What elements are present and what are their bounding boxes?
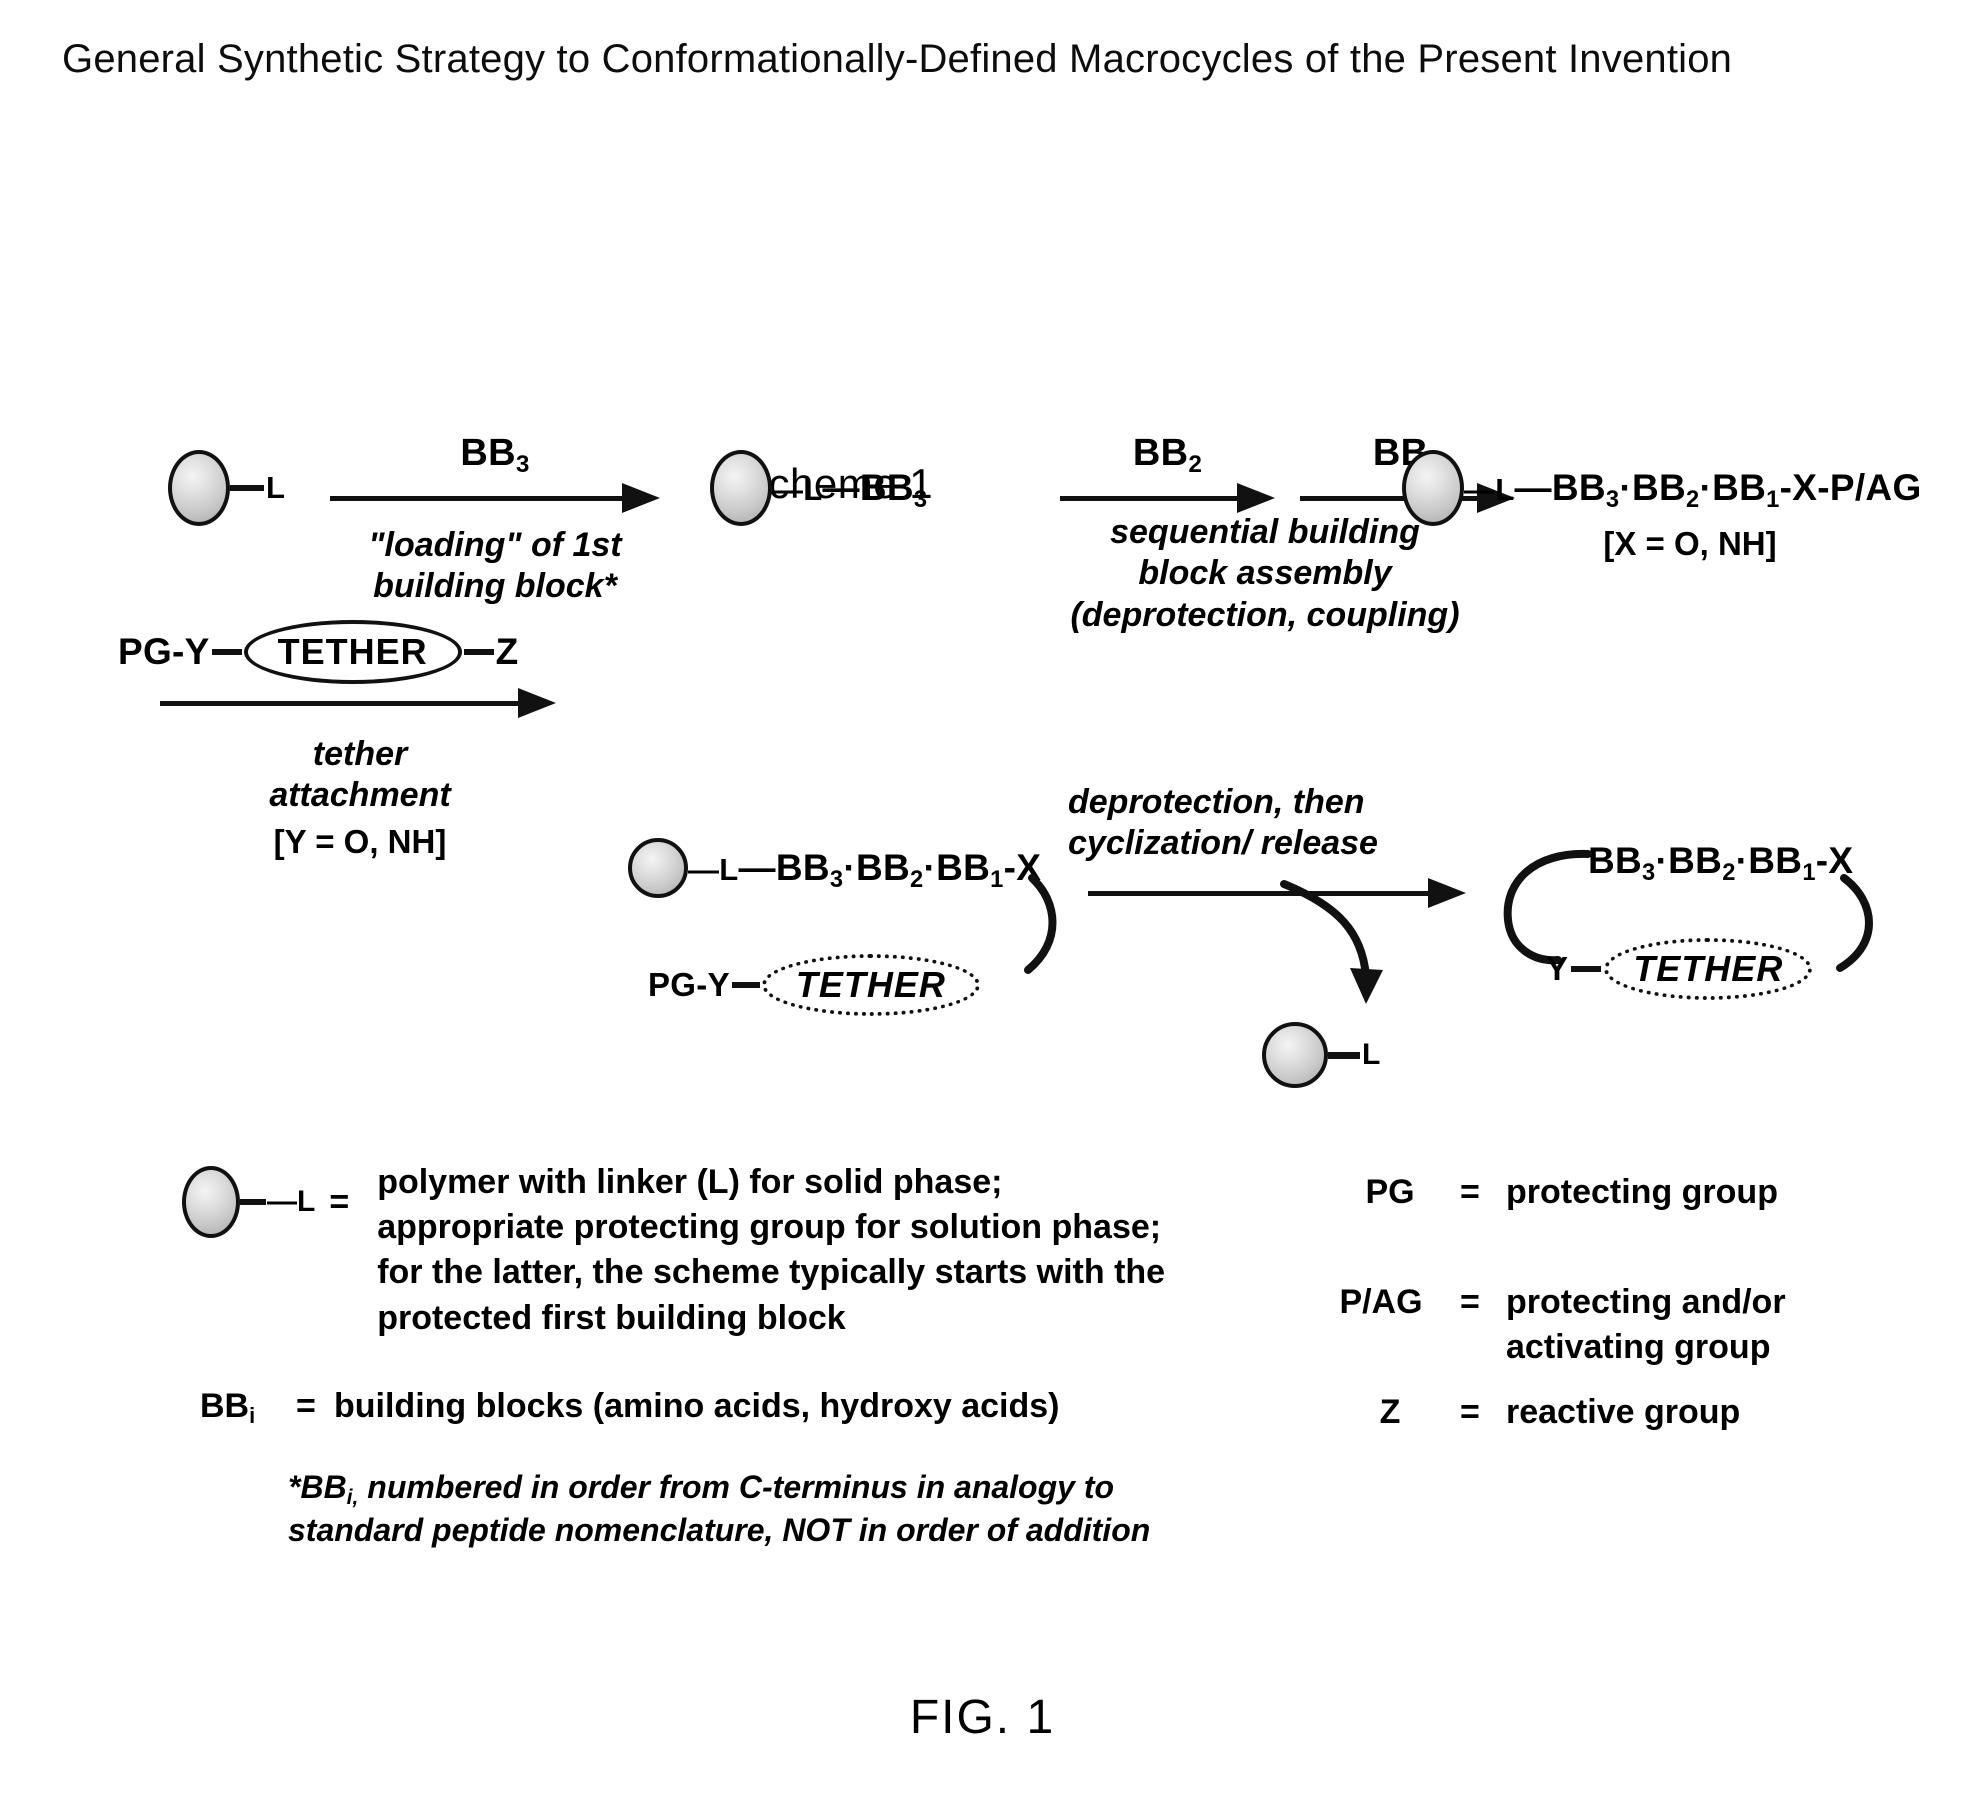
legend-equals: = <box>1460 1173 1480 1211</box>
legend-item-pg: PG = protecting group <box>1320 1170 1778 1215</box>
row2-product-right-curve <box>1836 874 1873 972</box>
row2-intermediate-chain: —L—BB3·BB2·BB1-X <box>688 847 1042 893</box>
row1-intermediate: —L—BB3 <box>710 450 927 526</box>
row2-cyclize-condition-line2: cyclization/ release <box>1068 824 1378 863</box>
arrow-head-icon <box>622 483 660 513</box>
row1-intermediate-label: —L—BB3 <box>772 467 928 513</box>
row2-intermediate: —L—BB3·BB2·BB1-X <box>628 838 1041 898</box>
legend-equals: = <box>1460 1283 1480 1321</box>
row2-arrow-cyclize-conditions: deprotection, then cyclization/ release <box>1068 782 1488 865</box>
legend-bb-definition: building blocks (amino acids, hydroxy ac… <box>334 1387 1060 1425</box>
resin-sphere-icon <box>168 450 230 526</box>
tether-ellipse-label: TETHER <box>795 964 946 1005</box>
page-title: General Synthetic Strategy to Conformati… <box>62 37 1733 81</box>
row2-product-tether-left-label: Y <box>1546 950 1569 987</box>
resin-sphere-icon <box>1262 1022 1328 1088</box>
legend-equals: = <box>329 1182 350 1221</box>
legend-resin-symbol: —L <box>267 1185 316 1218</box>
legend-pag-symbol: P/AG <box>1339 1283 1423 1321</box>
legend-item-bb: BBi = building blocks (amino acids, hydr… <box>200 1384 1060 1429</box>
resin-sphere-icon <box>710 450 772 526</box>
legend-resin-definition: polymer with linker (L) for solid phase;… <box>377 1163 1166 1337</box>
row2-intermediate-bond-curve <box>1024 874 1057 974</box>
row2-release-branch-arrow <box>1280 880 1383 1004</box>
row1-arrow2-reagent-sub: 2 <box>1188 450 1203 478</box>
legend-item-resin: —L = polymer with linker (L) for solid p… <box>182 1160 1257 1341</box>
row1-arrow1-conditions: "loading" of 1st building block* <box>330 525 660 608</box>
row2-cyclize-condition-line1: deprotection, then <box>1068 783 1365 821</box>
bond-line <box>1328 1051 1360 1059</box>
legend-footnote-pre: *BB <box>288 1469 347 1505</box>
row1-arrow2-reagent: BB2 <box>1060 432 1275 478</box>
tether-ellipse: TETHER <box>1604 938 1813 1000</box>
legend-bb-symbol-main: BB <box>200 1387 250 1425</box>
bond-line <box>731 982 760 988</box>
row2-arrow-tether: tether attachment [Y = O, NH] <box>160 688 560 861</box>
legend-pg-definition: protecting group <box>1506 1173 1778 1211</box>
legend-footnote: *BBi, numbered in order from C-terminus … <box>288 1466 1288 1552</box>
row2-product-chain: BB3·BB2·BB1-X <box>1588 840 1854 886</box>
row1-product: —L—BB3·BB2·BB1-X-P/AG <box>1402 450 1922 526</box>
row1-arrow2-condition-line2: block assembly <box>1138 554 1392 593</box>
tether-reagent-right-label: Z <box>495 631 519 672</box>
row2-tether-reagent: PG-Y TETHER Z <box>118 620 519 684</box>
legend-equals: = <box>1460 1393 1480 1431</box>
bond-line <box>463 649 494 655</box>
arrow-shaft <box>330 495 622 501</box>
row2-product-tether: Y TETHER <box>1546 938 1813 1000</box>
row2-tether-condition-line3: [Y = O, NH] <box>273 822 447 860</box>
legend-item-pag: P/AG = protecting and/or activating grou… <box>1302 1280 1786 1370</box>
row1-arrow2-condition-line3: (deprotection, coupling) <box>1070 595 1460 634</box>
row2-tether-condition-line1: tether <box>312 735 408 773</box>
row1-arrow-2: BB2 <box>1060 432 1275 513</box>
tether-ellipse-label: TETHER <box>1633 948 1784 989</box>
row1-product-note: [X = O, NH] <box>1603 525 1777 562</box>
row1-arrow1-reagent: BB3 <box>330 432 660 478</box>
row2-intermediate-tether-left-label: PG-Y <box>648 966 730 1003</box>
tether-ellipse: TETHER <box>243 620 462 684</box>
row1-arrow1-reagent-main: BB <box>460 432 516 474</box>
resin-sphere-icon <box>1402 450 1464 526</box>
bond-line <box>211 649 242 655</box>
bond-line <box>240 1199 266 1205</box>
legend-bb-symbol-sub: i <box>249 1403 256 1429</box>
row2-intermediate-tether: PG-Y TETHER <box>648 954 980 1016</box>
legend-pg-symbol: PG <box>1365 1173 1415 1211</box>
row2-byproduct-linker: L <box>1362 1038 1381 1071</box>
tether-reagent-left-label: PG-Y <box>118 631 210 672</box>
figure-caption: FIG. 1 <box>909 1691 1056 1744</box>
legend-footnote-body: numbered in order from C-terminus in ana… <box>288 1469 1151 1549</box>
arrow-shaft <box>1060 495 1237 501</box>
legend-pag-definition: protecting and/or activating group <box>1506 1283 1786 1367</box>
row1-reactant: L <box>168 450 285 526</box>
row1-arrow1-reagent-sub: 3 <box>515 450 530 478</box>
row2-byproduct: L <box>1262 1022 1381 1088</box>
tether-ellipse-label: TETHER <box>277 631 428 672</box>
arrow-head-icon <box>1237 483 1275 513</box>
tether-ellipse: TETHER <box>761 954 980 1016</box>
row2-tether-condition-line2: attachment <box>269 776 451 815</box>
resin-sphere-icon <box>182 1166 240 1238</box>
row1-assembly-conditions: sequential building block assembly (depr… <box>1000 512 1530 636</box>
legend-z-symbol: Z <box>1379 1393 1401 1431</box>
arrow-head-icon <box>518 688 556 718</box>
bond-line <box>1571 966 1602 972</box>
row1-reactant-linker: L <box>266 470 286 505</box>
row2-arrow-tether-conditions: tether attachment <box>160 734 560 817</box>
row1-product-label: —L—BB3·BB2·BB1-X-P/AG <box>1464 467 1922 513</box>
legend-bb-symbol: BBi <box>200 1387 296 1429</box>
row1-arrow1-condition-line2: building block* <box>373 567 617 606</box>
row1-arrow2-reagent-main: BB <box>1132 432 1189 474</box>
arrow-shaft <box>160 700 518 706</box>
resin-sphere-icon <box>628 838 688 898</box>
legend-equals: = <box>296 1387 316 1425</box>
row1-arrow-1: BB3 "loading" of 1st building block* <box>330 432 660 608</box>
legend-z-definition: reactive group <box>1506 1393 1741 1431</box>
bond-line <box>230 485 264 491</box>
row1-arrow1-condition-line1: "loading" of 1st <box>368 526 622 564</box>
legend-footnote-sub: i, <box>346 1485 359 1509</box>
legend-item-z: Z = reactive group <box>1320 1390 1741 1435</box>
